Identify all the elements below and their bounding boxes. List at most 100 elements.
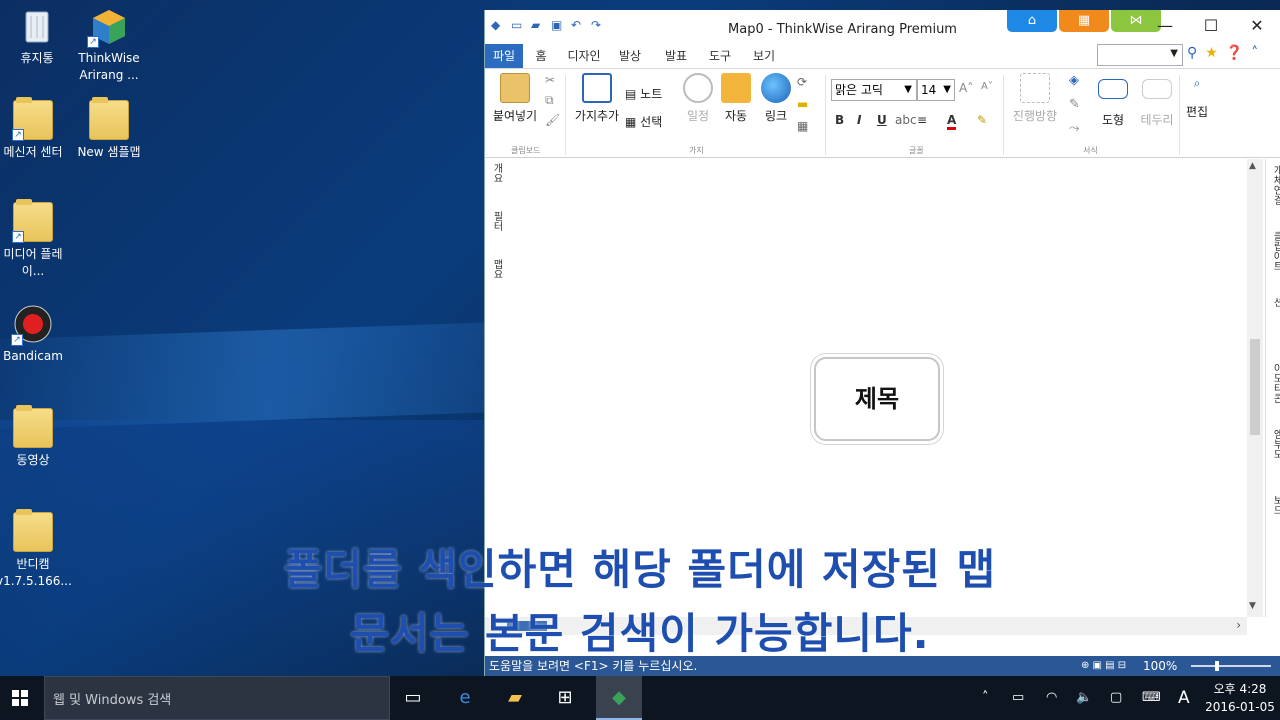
windows-logo-icon bbox=[12, 690, 28, 706]
edit-label: 편집 bbox=[1185, 105, 1209, 119]
link-label: 링크 bbox=[764, 109, 788, 123]
left-panel-tab-outline[interactable]: 개요 bbox=[489, 163, 504, 203]
tab-presentation[interactable]: 발표 bbox=[661, 44, 691, 68]
highlight-icon[interactable]: ▬ bbox=[797, 97, 808, 111]
table-icon[interactable]: ▦ bbox=[797, 119, 808, 133]
schedule-button[interactable]: 일정 bbox=[681, 73, 715, 124]
desktop-icon-bandicam[interactable]: ↗ Bandicam bbox=[0, 304, 70, 365]
store-icon[interactable]: ⊞ bbox=[552, 686, 578, 710]
taskbar-search-box[interactable]: 웹 및 Windows 검색 bbox=[44, 676, 390, 720]
add-branch-button[interactable]: 가지추가 bbox=[571, 73, 623, 124]
copy-icon[interactable]: ⧉ bbox=[545, 93, 554, 108]
cut-icon[interactable]: ✂ bbox=[545, 73, 555, 87]
strikethrough-icon[interactable]: abc bbox=[895, 113, 917, 127]
subtitle-line-2: 문서는 본문 검색이 가능합니다. bbox=[350, 609, 930, 658]
desktop-icon-label: 휴지통 bbox=[20, 51, 54, 65]
bold-button[interactable]: B bbox=[835, 113, 844, 127]
desktop-icon-messenger-center[interactable]: ↗ 메신저 센터 bbox=[0, 97, 70, 161]
right-panel-tab[interactable]: 클립아트 bbox=[1269, 231, 1280, 287]
zoom-slider-knob[interactable] bbox=[1215, 661, 1219, 671]
binoculars-icon: ⌕ bbox=[1193, 76, 1201, 90]
font-group-label: 글꼴 bbox=[909, 146, 924, 155]
tab-file[interactable]: 파일 bbox=[485, 44, 523, 68]
right-panel-tab[interactable]: 프리젠테이션 bbox=[1269, 297, 1280, 353]
collapse-ribbon-icon[interactable]: ˄ bbox=[1251, 45, 1258, 61]
maximize-icon[interactable]: ☐ bbox=[1188, 10, 1234, 42]
font-name-select[interactable]: 맑은 고딕 ▼ bbox=[831, 79, 917, 101]
note-button[interactable]: ▤ 노트 bbox=[625, 85, 662, 102]
link-button[interactable]: 링크 bbox=[759, 73, 793, 124]
keyboard-icon[interactable]: ⌨ bbox=[1142, 676, 1161, 720]
left-panel-tab-map[interactable]: 맵요 bbox=[489, 259, 504, 299]
tab-tools[interactable]: 도구 bbox=[705, 44, 735, 68]
right-panel-tab[interactable]: 이모티콘 bbox=[1269, 363, 1280, 419]
search-icon[interactable]: ⚲ bbox=[1187, 45, 1197, 61]
calendar-view-icon[interactable]: ▦ bbox=[1059, 10, 1109, 32]
progress-direction-label: 진행방향 bbox=[1012, 109, 1058, 123]
tray-overflow-icon[interactable]: ˄ bbox=[982, 676, 989, 720]
scroll-up-icon[interactable]: ▲ bbox=[1249, 161, 1256, 171]
help-icon[interactable]: ❓ bbox=[1226, 45, 1243, 61]
desktop-icon-videos[interactable]: 동영상 bbox=[0, 405, 70, 469]
clock[interactable]: 오후 4:28 2016-01-05 bbox=[1200, 680, 1280, 716]
tab-design[interactable]: 디자인 bbox=[563, 44, 605, 68]
ribbon-search-input[interactable]: ▼ bbox=[1097, 44, 1183, 66]
divider bbox=[825, 75, 826, 155]
minimize-icon[interactable]: — bbox=[1142, 10, 1188, 42]
ime-indicator[interactable]: A bbox=[1178, 676, 1190, 720]
desktop-icon-media-player[interactable]: ↗ 미디어 플레이... bbox=[0, 199, 70, 280]
desktop-icon-recycle-bin[interactable]: 휴지통 bbox=[0, 6, 74, 67]
notifications-icon[interactable]: ▢ bbox=[1110, 676, 1122, 720]
highlight-pen-icon[interactable]: ✎ bbox=[977, 113, 987, 127]
add-branch-label: 가지추가 bbox=[574, 109, 620, 123]
font-name-value: 맑은 고딕 bbox=[835, 83, 883, 97]
central-topic[interactable]: 제목 bbox=[814, 357, 940, 441]
divider bbox=[1003, 75, 1004, 155]
italic-button[interactable]: I bbox=[857, 113, 861, 127]
file-explorer-icon[interactable]: ▰ bbox=[502, 686, 528, 710]
font-color-icon[interactable]: A bbox=[947, 113, 957, 130]
progress-direction-button[interactable]: 진행방향 bbox=[1009, 73, 1061, 124]
close-icon[interactable]: ✕ bbox=[1234, 10, 1280, 42]
line-style-icon[interactable]: ⤳ bbox=[1069, 121, 1079, 136]
format-painter-icon[interactable]: 🖌 bbox=[545, 113, 560, 127]
shape-label: 도형 bbox=[1101, 113, 1125, 127]
paste-button[interactable]: 붙여넣기 bbox=[489, 73, 541, 124]
home-view-icon[interactable]: ⌂ bbox=[1007, 10, 1057, 32]
edit-button[interactable]: ⌕ 편집 bbox=[1183, 73, 1211, 120]
shortcut-arrow-icon: ↗ bbox=[12, 231, 24, 243]
font-size-select[interactable]: 14 ▼ bbox=[917, 79, 955, 101]
left-panel-tab-filter[interactable]: 필터 bbox=[489, 211, 504, 251]
start-button[interactable] bbox=[0, 676, 40, 720]
star-icon[interactable]: ★ bbox=[1205, 45, 1218, 61]
thinkwise-taskbar-icon[interactable]: ◆ bbox=[596, 676, 642, 720]
underline-button[interactable]: U bbox=[877, 113, 887, 127]
align-icon[interactable]: ≡ bbox=[917, 113, 927, 127]
desktop-icon-new-sample-map[interactable]: New 샘플맵 bbox=[72, 97, 146, 161]
border-icon bbox=[1142, 79, 1172, 99]
right-panel-tab[interactable]: 엠부모 bbox=[1269, 429, 1280, 485]
grow-font-icon[interactable]: A˄ bbox=[959, 81, 973, 95]
taskbar-search-placeholder: 웹 및 Windows 검색 bbox=[53, 693, 172, 708]
auto-button[interactable]: 자동 bbox=[719, 73, 753, 124]
shrink-font-icon[interactable]: A˅ bbox=[981, 81, 993, 92]
task-view-icon[interactable]: ▭ bbox=[400, 686, 426, 710]
volume-icon[interactable]: 🔈 bbox=[1076, 676, 1092, 720]
desktop-icon-thinkwise[interactable]: ↗ ThinkWise Arirang ... bbox=[72, 6, 146, 84]
tab-ideation[interactable]: 발상 bbox=[615, 44, 645, 68]
shape-button[interactable]: 도형 bbox=[1095, 73, 1131, 128]
zoom-slider[interactable] bbox=[1191, 661, 1271, 671]
right-panel-tab[interactable]: 개체연결 bbox=[1269, 165, 1280, 221]
connector-icon[interactable]: ⟳ bbox=[797, 75, 807, 89]
edge-browser-icon[interactable]: e bbox=[452, 686, 478, 710]
wifi-icon[interactable]: ◠ bbox=[1046, 676, 1057, 720]
battery-icon[interactable]: ▭ bbox=[1012, 676, 1024, 720]
fill-color-icon[interactable]: ◈ bbox=[1069, 73, 1079, 88]
tab-home[interactable]: 홈 bbox=[529, 44, 553, 68]
border-button[interactable]: 테두리 bbox=[1137, 73, 1177, 128]
scroll-thumb[interactable] bbox=[1250, 339, 1260, 435]
line-color-icon[interactable]: ✎ bbox=[1069, 97, 1080, 112]
tab-view[interactable]: 보기 bbox=[749, 44, 779, 68]
select-button[interactable]: ▦ 선택 bbox=[625, 113, 662, 130]
border-label: 테두리 bbox=[1140, 113, 1174, 127]
